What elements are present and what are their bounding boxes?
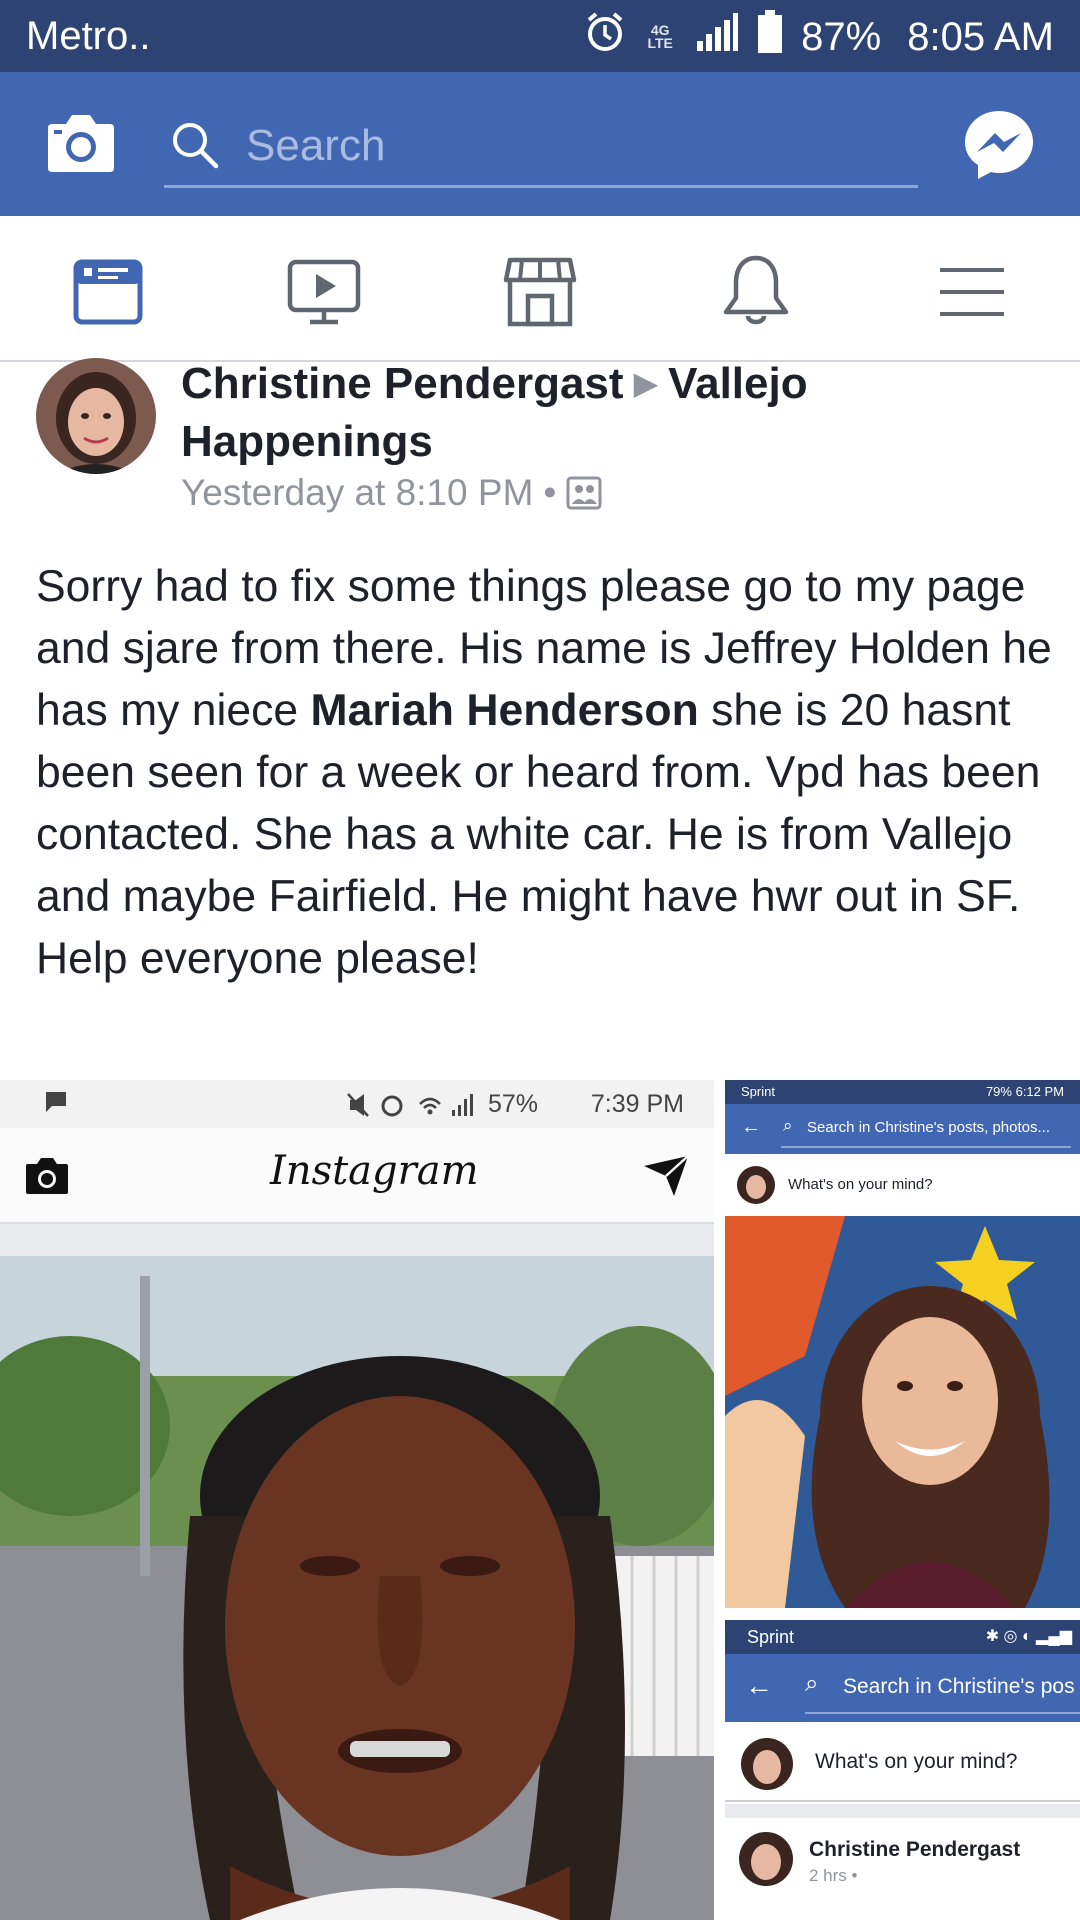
post-header: Christine Pendergast ▶ Vallejo Happenings … (0, 358, 1080, 522)
mini-divider (725, 1804, 1080, 1818)
messenger-button[interactable] (962, 108, 1036, 182)
back-arrow-icon: ← (741, 1116, 761, 1138)
author-avatar[interactable] (36, 358, 156, 474)
camera-icon (48, 115, 114, 172)
mini-avatar (737, 1166, 775, 1204)
carrier-label: Metro.. (26, 14, 151, 58)
tab-marketplace[interactable] (500, 252, 580, 332)
arrow-right-icon: ▶ (633, 365, 659, 401)
person-photo (0, 1256, 714, 1920)
mini-search-header-2: ← ⌕ Search in Christine's pos (725, 1654, 1080, 1722)
search-icon (173, 123, 219, 169)
photo-status-icons (347, 1093, 473, 1117)
mini-avatar-2 (741, 1738, 793, 1790)
signal-icon (695, 11, 739, 63)
photo-battery: 57% (487, 1090, 538, 1118)
notifications-icon (723, 255, 789, 325)
menu-icon (940, 268, 1004, 316)
post-meta: Yesterday at 8:10 PM • (181, 472, 602, 514)
tab-news-feed[interactable] (68, 252, 148, 332)
post-timestamp[interactable]: Yesterday at 8:10 PM (181, 472, 533, 514)
mini-status-bar-2: Sprint ✱ ◎ ◐ ▂▄▆ (725, 1620, 1080, 1654)
post-photo-3[interactable]: Sprint ✱ ◎ ◐ ▂▄▆ ← ⌕ Search in Christine… (725, 1620, 1080, 1920)
mini-search-icon-2: ⌕ (805, 1670, 819, 1697)
search-input[interactable] (246, 114, 886, 178)
app-header (0, 72, 1080, 216)
mini-avatar-3 (739, 1832, 793, 1886)
watch-icon (287, 259, 361, 325)
group-privacy-icon (566, 476, 602, 510)
tab-bar (0, 216, 1080, 362)
mini-status-bar: Sprint 79% 6:12 PM (725, 1080, 1080, 1104)
status-bar: Metro.. 4G LTE 87% 8:05 AM (0, 0, 1080, 72)
mini-carrier: Sprint (741, 1084, 775, 1099)
mini-composer: What's on your mind? (725, 1154, 1080, 1216)
battery-icon (757, 10, 783, 64)
send-icon (644, 1155, 689, 1196)
news-feed-icon (73, 259, 143, 325)
back-arrow-icon-2: ← (745, 1670, 773, 1701)
battery-percent: 87% (801, 14, 882, 59)
alarm-icon (585, 11, 625, 63)
mini-search-header: ← ⌕ Search in Christine's posts, photos.… (725, 1104, 1080, 1154)
search-bar[interactable] (164, 106, 918, 188)
girl-photo (725, 1216, 1080, 1608)
marketplace-icon (503, 257, 577, 327)
meta-separator: • (543, 472, 557, 513)
post-photo-2[interactable]: Sprint 79% 6:12 PM ← ⌕ Search in Christi… (725, 1080, 1080, 1608)
post-photo-1[interactable]: 57% 7:39 PM Instagram (0, 1080, 714, 1920)
tab-menu[interactable] (932, 252, 1012, 332)
camera-icon (26, 1158, 68, 1194)
instagram-header: Instagram (0, 1128, 714, 1224)
instagram-logo: Instagram (270, 1148, 479, 1194)
mini-post-time: 2 hrs • (809, 1866, 858, 1885)
mini-composer-text-2: What's on your mind? (815, 1750, 1018, 1773)
tagged-person-link[interactable]: Mariah Henderson (311, 686, 699, 735)
post-title: Christine Pendergast ▶ Vallejo Happenings (181, 354, 1041, 471)
camera-button[interactable] (46, 112, 116, 174)
clock: 8:05 AM (907, 14, 1054, 59)
mini-carrier-2: Sprint (747, 1627, 795, 1647)
mini-post-header: Christine Pendergast 2 hrs • (725, 1818, 1080, 1920)
network-type-icon: 4G LTE (647, 22, 673, 51)
message-icon (46, 1092, 66, 1112)
mini-search-text: Search in Christine's posts, photos... (807, 1119, 1050, 1136)
mini-composer-2: What's on your mind? (725, 1722, 1080, 1802)
mini-composer-text: What's on your mind? (788, 1176, 933, 1193)
author-name[interactable]: Christine Pendergast (181, 359, 624, 408)
mini-search-text-2: Search in Christine's pos (843, 1675, 1075, 1698)
mini-status-icons-2: ✱ ◎ ◐ ▂▄▆ (985, 1628, 1072, 1645)
post-text: Sorry had to fix some things please go t… (36, 556, 1056, 990)
messenger-icon (965, 111, 1033, 179)
mini-search-icon: ⌕ (783, 1116, 793, 1135)
status-indicators: 4G LTE 87% 8:05 AM (585, 10, 1054, 64)
mini-status-text: 79% 6:12 PM (985, 1084, 1064, 1099)
photo-status-bar: 57% 7:39 PM (0, 1080, 714, 1128)
photo-time: 7:39 PM (590, 1090, 684, 1118)
tab-watch[interactable] (284, 252, 364, 332)
tab-notifications[interactable] (716, 252, 796, 332)
mini-author-name: Christine Pendergast (809, 1838, 1021, 1861)
